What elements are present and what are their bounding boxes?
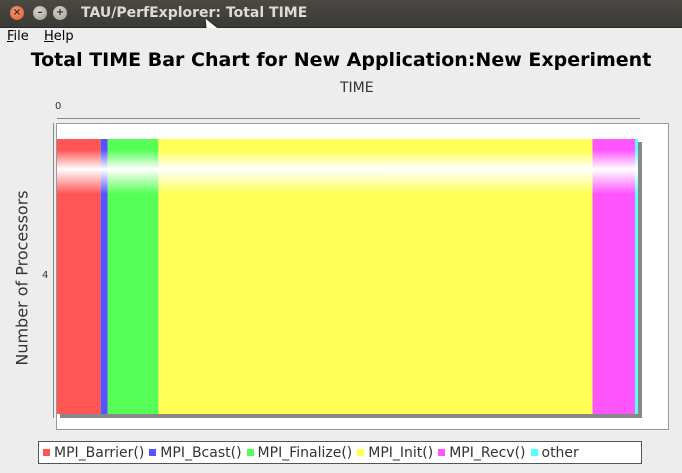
- bar-segment-mpi-barrier: [57, 139, 101, 414]
- bar-segment-mpi-recv: [592, 139, 636, 414]
- legend-swatch: [530, 449, 538, 456]
- bar-segment-other: [635, 139, 638, 414]
- bar-segment-mpi-init: [158, 139, 593, 414]
- legend-label: MPI_Finalize(): [257, 444, 353, 461]
- legend-label: MPI_Recv(): [449, 444, 526, 461]
- bar-chart-svg: [57, 139, 638, 414]
- legend-swatch: [246, 449, 254, 456]
- legend-swatch: [149, 449, 157, 456]
- bar-segment-mpi-bcast: [100, 139, 108, 414]
- legend-label: other: [541, 444, 579, 461]
- legend-item: other: [530, 444, 579, 461]
- legend-item: MPI_Bcast(): [149, 444, 242, 461]
- legend-swatch: [357, 449, 365, 456]
- legend-swatch: [43, 449, 50, 456]
- legend-label: MPI_Init(): [368, 444, 434, 461]
- legend-item: MPI_Recv(): [438, 444, 526, 461]
- legend-label: MPI_Barrier(): [54, 444, 145, 461]
- legend-item: MPI_Init(): [357, 445, 433, 461]
- bar-segment-mpi-finalize: [107, 139, 159, 414]
- legend-item: MPI_Barrier(): [43, 445, 144, 461]
- legend-item: MPI_Finalize(): [246, 444, 353, 461]
- chart-legend: MPI_Barrier() MPI_Bcast() MPI_Finalize() MP…: [38, 441, 642, 464]
- legend-swatch: [438, 449, 446, 456]
- legend-label: MPI_Bcast(): [160, 444, 242, 461]
